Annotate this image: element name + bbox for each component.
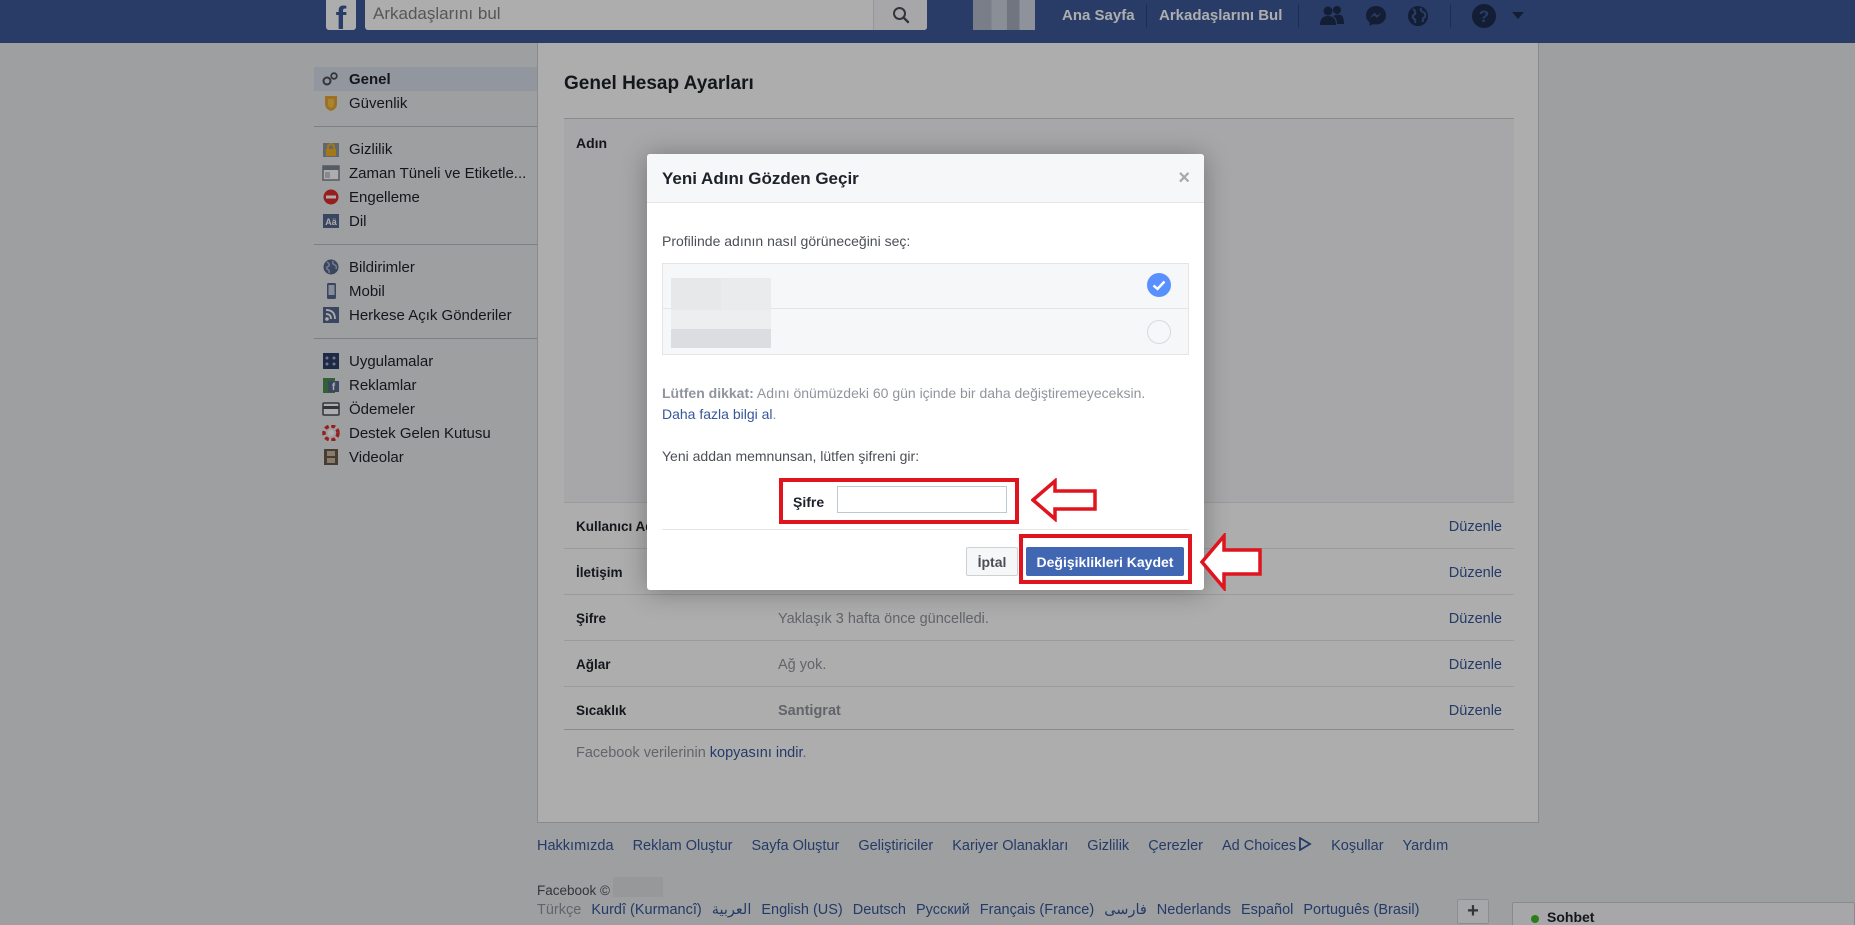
arrow-pointer-icon [1200,533,1262,591]
highlight-box-save [1019,534,1192,584]
arrow-pointer-icon [1031,478,1097,522]
name-option-1[interactable] [663,264,1188,312]
note-end: . [772,406,777,422]
radio-unselected[interactable] [1147,320,1171,344]
cancel-button[interactable]: İptal [966,547,1018,576]
learn-more-link[interactable]: Daha fazla bilgi al [662,406,773,422]
close-icon[interactable]: × [1178,168,1190,188]
radio-selected[interactable] [1147,273,1171,297]
dialog-title: Yeni Adını Gözden Geçir [662,169,859,188]
check-icon [1152,280,1166,291]
dialog-divider [662,529,1189,530]
highlight-box-password [779,478,1019,524]
dialog-header: Yeni Adını Gözden Geçir × [647,154,1204,203]
name-option-text-redacted [671,310,771,348]
name-format-prompt: Profilinde adının nasıl görüneceğini seç… [662,233,911,249]
password-prompt: Yeni addan memnunsan, lütfen şifreni gir… [662,448,920,464]
note-bold: Lütfen dikkat: [662,385,754,401]
name-change-note: Lütfen dikkat: Adını önümüzdeki 60 gün i… [662,383,1189,425]
review-name-dialog: Yeni Adını Gözden Geçir × Profilinde adı… [647,154,1262,591]
name-option-2[interactable] [663,310,1188,355]
name-option-text-redacted [671,278,771,312]
name-format-options [662,263,1189,355]
note-text: Adını önümüzdeki 60 gün içinde bir daha … [753,385,1146,401]
